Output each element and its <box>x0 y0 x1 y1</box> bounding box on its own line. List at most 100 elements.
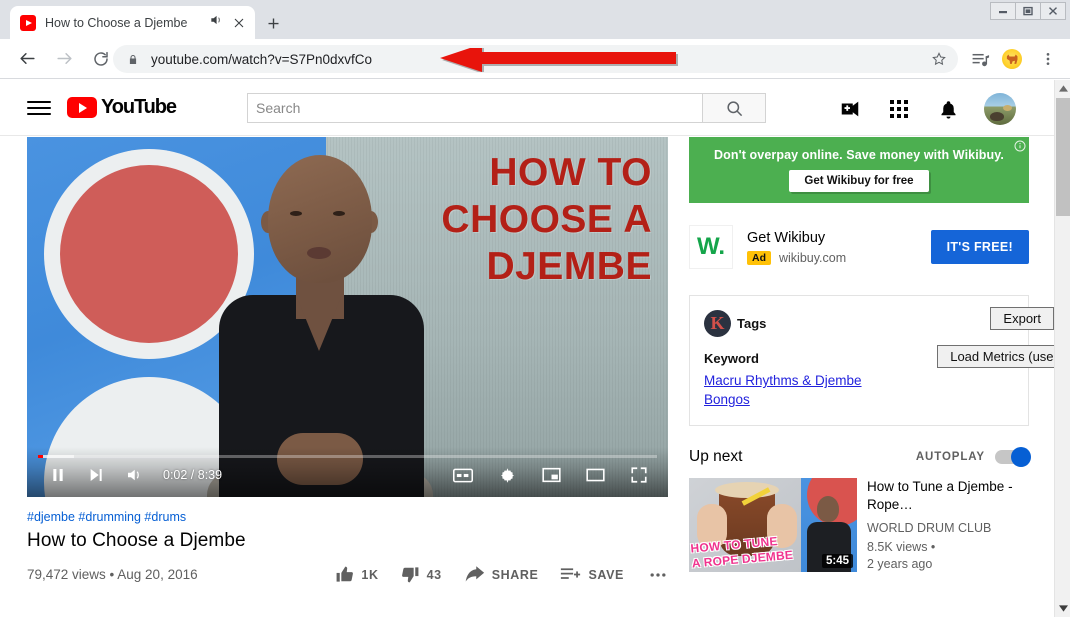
back-arrow-icon[interactable] <box>12 44 42 74</box>
url-text: youtube.com/watch?v=S7Pn0dxvfCo <box>151 51 373 67</box>
up-next-heading: Up next <box>689 448 743 465</box>
star-icon[interactable] <box>930 51 948 67</box>
tab-title: How to Choose a Djembe <box>45 15 188 30</box>
reload-icon[interactable] <box>86 44 116 74</box>
search-input[interactable]: Search <box>247 93 702 123</box>
search-icon[interactable] <box>702 93 766 123</box>
up-next-header: Up next AUTOPLAY <box>689 447 1031 467</box>
thumbs-down-icon <box>401 565 420 584</box>
address-bar[interactable]: youtube.com/watch?v=S7Pn0dxvfCo <box>113 45 958 73</box>
theater-mode-icon[interactable] <box>576 456 614 494</box>
dislike-button[interactable]: 43 <box>401 565 442 584</box>
minimize-icon[interactable] <box>990 2 1016 20</box>
user-avatar[interactable] <box>984 93 1016 125</box>
video-info: #djembe #drumming #drums How to Choose a… <box>27 497 668 585</box>
keywords-everywhere-logo: K <box>704 310 731 337</box>
share-button[interactable]: SHARE <box>464 564 539 585</box>
page-viewport: YouTube Search HOW TO CHOOSE A DJEMBE 0:… <box>0 80 1054 617</box>
player-right-controls <box>444 456 658 494</box>
youtube-favicon <box>20 14 36 31</box>
volume-icon[interactable] <box>115 456 153 494</box>
ad-badge: Ad <box>747 250 771 265</box>
load-metrics-button[interactable]: Load Metrics (uses 2 c <box>937 345 1054 368</box>
video-hashtags[interactable]: #djembe #drumming #drums <box>27 510 668 524</box>
fullscreen-icon[interactable] <box>620 456 658 494</box>
browser-tab-strip: How to Choose a Djembe <box>0 0 1070 39</box>
new-tab-button[interactable] <box>262 12 284 34</box>
close-icon[interactable] <box>231 17 247 29</box>
ad-cta-button[interactable]: IT'S FREE! <box>930 230 1029 264</box>
three-dot-menu-icon[interactable] <box>1036 47 1060 71</box>
up-next-views: 8.5K views • <box>867 540 936 554</box>
video-actions: 1K 43 SHARE SAVE <box>313 564 668 585</box>
player-control-bar: 0:02 / 8:39 <box>27 447 668 497</box>
lock-icon <box>127 53 141 66</box>
masthead-actions <box>837 93 1016 125</box>
search-bar: Search <box>247 93 766 123</box>
speaker-icon[interactable] <box>209 13 225 32</box>
window-close-icon[interactable] <box>1040 2 1066 20</box>
playlist-icon[interactable] <box>968 47 992 71</box>
dog-extension-icon[interactable] <box>1000 47 1024 71</box>
youtube-logo-text: YouTube <box>101 96 177 118</box>
ad-banner-cta-button[interactable]: Get Wikibuy for free <box>789 170 929 192</box>
scroll-up-icon[interactable] <box>1055 80 1070 97</box>
video-thumbnail[interactable]: HOW TO TUNE A ROPE DJEMBE 5:45 <box>689 478 857 572</box>
maximize-icon[interactable] <box>1015 2 1041 20</box>
video-stats-row: 79,472 views • Aug 20, 2016 1K 43 SHARE … <box>27 564 668 585</box>
tags-panel: K Tags Export Load Metrics (uses 2 c Key… <box>689 295 1054 426</box>
up-next-title[interactable]: How to Tune a Djembe - Rope… <box>867 478 1027 514</box>
like-button[interactable]: 1K <box>335 565 378 584</box>
more-actions-icon[interactable] <box>648 565 668 585</box>
export-button[interactable]: Export <box>990 307 1054 330</box>
gear-icon[interactable] <box>488 456 526 494</box>
tags-panel-header: K Tags <box>690 310 1028 337</box>
watch-page-body: HOW TO CHOOSE A DJEMBE 0:02 / 8:39 #djem… <box>0 137 1054 617</box>
youtube-apps-icon[interactable] <box>886 96 912 122</box>
up-next-age: 2 years ago <box>867 557 933 571</box>
forward-arrow-icon[interactable] <box>49 44 79 74</box>
up-next-channel[interactable]: WORLD DRUM CLUB <box>867 521 1027 535</box>
ad-subline: Ad wikibuy.com <box>747 250 847 265</box>
youtube-logo[interactable]: YouTube <box>67 96 177 119</box>
list-item[interactable]: HOW TO TUNE A ROPE DJEMBE 5:45 How to Tu… <box>689 478 1029 572</box>
ad-banner[interactable]: Don't overpay online. Save money with Wi… <box>689 137 1029 203</box>
page-scrollbar[interactable] <box>1054 80 1070 617</box>
tags-heading: Tags <box>737 316 767 331</box>
keyword-link[interactable]: Macru Rhythms & Djembe Bongos <box>704 371 874 409</box>
youtube-play-icon <box>67 97 97 118</box>
ad-info-icon[interactable] <box>1014 139 1026 157</box>
autoplay-control[interactable]: AUTOPLAY <box>915 447 1031 467</box>
video-player[interactable]: HOW TO CHOOSE A DJEMBE 0:02 / 8:39 <box>27 137 668 497</box>
share-label: SHARE <box>491 567 539 582</box>
window-controls <box>990 2 1066 20</box>
video-duration: 5:45 <box>821 554 853 568</box>
pause-icon[interactable] <box>39 456 77 494</box>
scroll-down-icon[interactable] <box>1055 600 1070 617</box>
miniplayer-icon[interactable] <box>532 456 570 494</box>
secondary-column: Don't overpay online. Save money with Wi… <box>689 137 1054 572</box>
save-label: SAVE <box>588 567 624 582</box>
bell-icon[interactable] <box>935 96 961 122</box>
share-icon <box>464 564 485 585</box>
time-display: 0:02 / 8:39 <box>163 468 223 482</box>
browser-tab[interactable]: How to Choose a Djembe <box>10 6 255 39</box>
hamburger-menu-icon[interactable] <box>27 96 51 120</box>
ad-listing[interactable]: W. Get Wikibuy Ad wikibuy.com IT'S FREE! <box>689 217 1029 277</box>
autoplay-toggle[interactable] <box>995 447 1031 467</box>
youtube-masthead: YouTube Search <box>0 80 1054 136</box>
cc-icon[interactable] <box>444 456 482 494</box>
view-count: 79,472 views • Aug 20, 2016 <box>27 567 198 582</box>
save-to-playlist-icon <box>560 564 581 585</box>
wikibuy-logo: W. <box>689 225 733 269</box>
next-video-icon[interactable] <box>77 456 115 494</box>
dislike-count: 43 <box>426 567 442 582</box>
save-button[interactable]: SAVE <box>560 564 624 585</box>
autoplay-label: AUTOPLAY <box>915 451 985 463</box>
ad-title: Get Wikibuy <box>747 229 826 246</box>
page-title: How to Choose a Djembe <box>27 530 246 551</box>
ad-domain: wikibuy.com <box>779 250 847 265</box>
video-title-overlay: HOW TO CHOOSE A DJEMBE <box>441 151 652 288</box>
scrollbar-thumb[interactable] <box>1056 98 1070 216</box>
create-video-icon[interactable] <box>837 96 863 122</box>
